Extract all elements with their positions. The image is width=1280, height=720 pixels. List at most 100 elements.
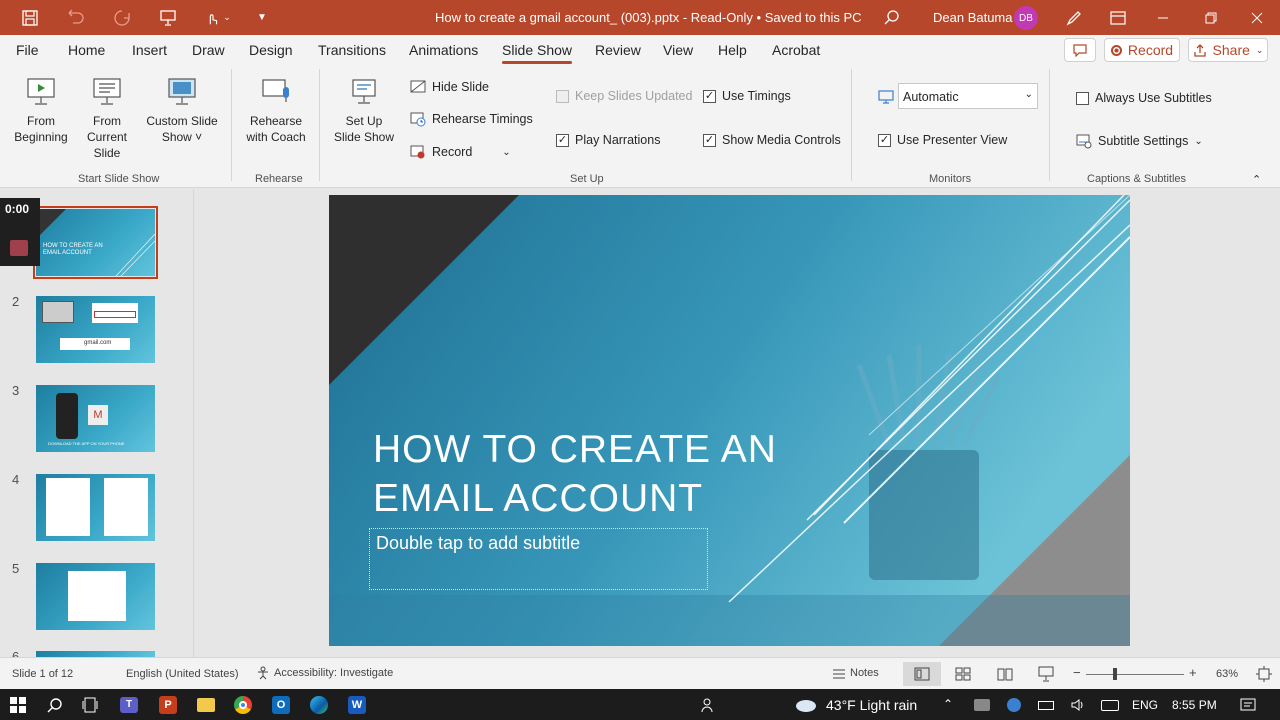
task-view-icon[interactable]	[78, 693, 102, 717]
slide-show-view-icon[interactable]	[1038, 666, 1054, 682]
rehearse-timings-button[interactable]: Rehearse Timings	[410, 111, 533, 127]
always-use-subtitles-checkbox[interactable]: Always Use Subtitles	[1076, 91, 1212, 105]
tab-design[interactable]: Design	[249, 42, 293, 58]
monitor-select[interactable]: Automatic ⌄	[898, 83, 1038, 109]
search-icon[interactable]	[874, 0, 910, 35]
from-current-slide-button[interactable]: From Current Slide	[72, 75, 142, 161]
tab-home[interactable]: Home	[68, 42, 105, 58]
search-icon[interactable]	[43, 693, 67, 717]
title-bar: ⌄ ▼ How to create a gmail account_ (003)…	[0, 0, 1280, 35]
slide-thumb-2[interactable]: gmail.com	[36, 296, 155, 363]
share-button[interactable]: Share ⌄	[1188, 38, 1268, 62]
tab-help[interactable]: Help	[718, 42, 747, 58]
tray-security-icon[interactable]	[1002, 693, 1026, 717]
outlook-icon[interactable]: O	[269, 693, 293, 717]
undo-icon[interactable]	[58, 0, 94, 35]
monitor-select-value: Automatic	[903, 90, 959, 104]
slide-thumb-5[interactable]	[36, 563, 155, 630]
tab-animations[interactable]: Animations	[409, 42, 478, 58]
custom-slide-show-button[interactable]: Custom Slide Show ˅	[144, 75, 220, 145]
redo-icon[interactable]	[104, 0, 140, 35]
slide-title[interactable]: HOW TO CREATE AN EMAIL ACCOUNT	[373, 425, 777, 523]
use-timings-checkbox[interactable]: ✓ Use Timings	[703, 89, 791, 103]
close-button[interactable]	[1234, 0, 1280, 35]
fit-slide-icon[interactable]	[1256, 666, 1272, 682]
tab-slide-show[interactable]: Slide Show	[502, 42, 573, 64]
input-language[interactable]: ENG	[1132, 698, 1158, 712]
edge-icon[interactable]	[307, 693, 331, 717]
tab-review[interactable]: Review	[595, 42, 641, 58]
reading-view-icon[interactable]	[997, 667, 1013, 681]
comments-button[interactable]	[1064, 38, 1096, 62]
slide-sorter-icon[interactable]	[955, 667, 971, 681]
rehearse-coach-line2: with Coach	[246, 130, 306, 144]
subtitle-settings-button[interactable]: Subtitle Settings ⌄	[1076, 133, 1203, 149]
document-title[interactable]: How to create a gmail account_ (003).ppt…	[435, 10, 862, 25]
clock[interactable]: 8:55 PM	[1172, 698, 1217, 712]
powerpoint-icon[interactable]: P	[156, 693, 180, 717]
custom-show-icon	[168, 78, 196, 105]
tab-view[interactable]: View	[663, 42, 693, 58]
slide-count[interactable]: Slide 1 of 12	[12, 668, 73, 680]
record-dropdown-button[interactable]: Record ⌄	[410, 144, 511, 160]
hide-slide-button[interactable]: Hide Slide	[410, 79, 489, 95]
accessibility-checker[interactable]: Accessibility: Investigate	[256, 666, 393, 680]
weather-text[interactable]: 43°F Light rain	[826, 697, 917, 713]
tab-draw[interactable]: Draw	[192, 42, 225, 58]
word-icon[interactable]: W	[345, 693, 369, 717]
windows-start-icon[interactable]	[6, 693, 30, 717]
save-icon[interactable]	[12, 0, 48, 35]
show-media-controls-checkbox[interactable]: ✓ Show Media Controls	[703, 133, 841, 147]
battery-icon[interactable]	[1034, 693, 1058, 717]
restore-button[interactable]	[1188, 0, 1234, 35]
slide-thumb-4[interactable]	[36, 474, 155, 541]
avatar[interactable]: DB	[1014, 6, 1038, 30]
tray-overflow-icon[interactable]: ⌃	[943, 697, 953, 711]
zoom-slider-thumb[interactable]	[1113, 668, 1117, 680]
rehearse-with-coach-button[interactable]: Rehearse with Coach	[240, 75, 312, 145]
ribbon-display-icon[interactable]	[1100, 0, 1136, 35]
slide-thumb-3[interactable]: M DOWNLOAD THE APP ON YOUR PHONE	[36, 385, 155, 452]
slide-thumb-1[interactable]: HOW TO CREATE AN EMAIL ACCOUNT	[36, 209, 155, 276]
weather-cloud-icon[interactable]	[794, 693, 818, 717]
tab-acrobat[interactable]: Acrobat	[772, 42, 820, 58]
zoom-slider-track[interactable]	[1086, 674, 1184, 675]
volume-icon[interactable]	[1066, 693, 1090, 717]
tab-insert[interactable]: Insert	[132, 42, 167, 58]
zoom-in-icon[interactable]: +	[1189, 665, 1197, 680]
teams-icon[interactable]: T	[117, 693, 141, 717]
notes-button[interactable]: Notes	[832, 666, 879, 680]
touch-mode-icon[interactable]: ⌄	[196, 0, 240, 35]
slide-number: 5	[12, 561, 20, 576]
normal-view-icon[interactable]	[914, 667, 930, 681]
stop-record-icon[interactable]	[10, 240, 28, 256]
file-explorer-icon[interactable]	[194, 693, 218, 717]
zoom-level[interactable]: 63%	[1216, 668, 1238, 680]
chrome-icon[interactable]	[231, 693, 255, 717]
recording-timer-badge[interactable]: 0:00	[0, 198, 40, 266]
play-narrations-checkbox[interactable]: ✓ Play Narrations	[556, 133, 660, 147]
collapse-ribbon-icon[interactable]: ⌃	[1252, 173, 1261, 186]
customize-qat-icon[interactable]: ▼	[244, 0, 280, 35]
hide-slide-label: Hide Slide	[432, 80, 489, 94]
people-icon[interactable]	[696, 693, 720, 717]
zoom-out-icon[interactable]: −	[1073, 665, 1081, 680]
subtitle-placeholder[interactable]: Double tap to add subtitle	[369, 528, 708, 590]
record-button[interactable]: Record	[1104, 38, 1180, 62]
tray-app-icon[interactable]	[970, 693, 994, 717]
user-name[interactable]: Dean Batuma	[933, 10, 1013, 25]
tab-transitions[interactable]: Transitions	[318, 42, 386, 58]
use-presenter-view-checkbox[interactable]: ✓ Use Presenter View	[878, 133, 1007, 147]
pen-icon[interactable]	[1056, 0, 1092, 35]
chevron-down-icon: ⌄	[502, 146, 511, 158]
tab-file[interactable]: File	[16, 42, 39, 58]
slide-canvas[interactable]: HOW TO CREATE AN EMAIL ACCOUNT Double ta…	[329, 195, 1130, 646]
language-indicator[interactable]: English (United States)	[126, 668, 239, 680]
notifications-icon[interactable]	[1236, 693, 1260, 717]
set-up-slide-show-button[interactable]: Set Up Slide Show	[328, 75, 400, 145]
from-beginning-button[interactable]: From Beginning	[10, 75, 72, 145]
ribbon-separator	[319, 69, 320, 181]
keyboard-icon[interactable]	[1098, 693, 1122, 717]
present-icon[interactable]	[150, 0, 186, 35]
minimize-button[interactable]	[1140, 0, 1186, 35]
